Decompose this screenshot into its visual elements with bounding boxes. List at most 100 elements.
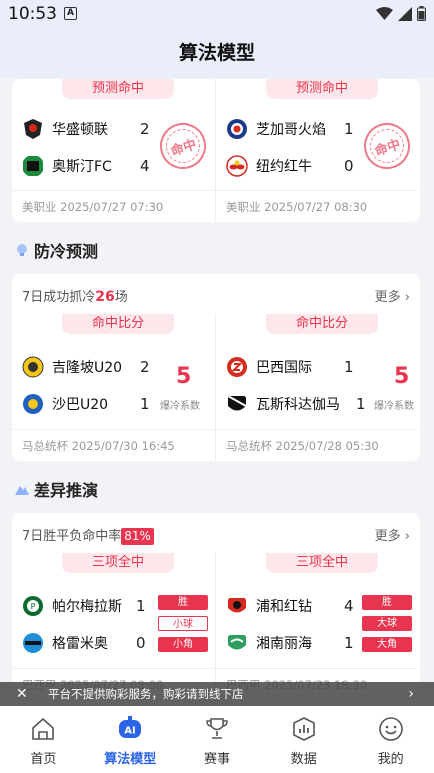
match-time: 2025/07/27 08:30 (264, 200, 368, 214)
hit-tag: 预测命中 (266, 79, 378, 99)
tab-label: 数据 (290, 752, 317, 767)
team-row: P 帕尔梅拉斯 (22, 595, 122, 617)
cold-card: 7日成功抓冷26场 更多 › 命中比分 吉隆坡U20 2 沙巴U20 1 5 爆… (12, 274, 420, 461)
tab-algorithm-model[interactable]: AI 算法模型 (87, 706, 174, 773)
result-pill: 胜 (362, 595, 412, 610)
chevron-right-icon: › (404, 290, 410, 305)
goals-pill: 小球 (158, 616, 208, 631)
close-icon[interactable]: ✕ (16, 682, 28, 706)
chevron-right-icon: › (404, 529, 410, 544)
team-row: 华盛顿联 (22, 118, 108, 140)
diff-summary: 7日胜平负命中率 81% (22, 525, 154, 545)
diff-card: 7日胜平负命中率 81% 更多 › 三项全中 P 帕尔梅拉斯 1 格雷米奥 0 胜… (12, 513, 420, 693)
score-tag: 命中比分 (62, 314, 174, 334)
signal-icon (398, 6, 412, 21)
away-team-name: 奥斯汀FC (52, 159, 112, 175)
away-score: 1 (356, 395, 366, 413)
corners-pill: 小角 (158, 637, 208, 652)
home-score: 1 (136, 597, 146, 615)
cold-index-label: 爆冷系数 (160, 401, 200, 412)
dc-united-logo-icon (24, 119, 42, 139)
league-name: 美职业 (226, 200, 261, 214)
bottom-tab-bar: 首页 AI 算法模型 赛事 数据 我的 (0, 706, 434, 773)
notice-text: 平台不提供购彩服务，购彩请到线下店 (48, 687, 244, 701)
a-icon: A (64, 7, 77, 20)
match-meta: 美职业 2025/07/27 07:30 (22, 199, 163, 215)
cold-index-label: 爆冷系数 (374, 401, 414, 412)
chevron-right-icon[interactable]: › (408, 682, 414, 706)
mountain-icon (15, 486, 29, 495)
team-row: 巴西国际 (226, 356, 312, 378)
urawa-logo-icon (228, 598, 246, 613)
tab-label: 赛事 (203, 752, 230, 767)
match-card-inter-vasco[interactable]: 命中比分 巴西国际 1 瓦斯科达伽马 1 5 爆冷系数 马总统杯 2025/07… (216, 314, 418, 461)
hit-seal-stamp: 命中 (358, 117, 416, 175)
section-title: 差异推演 (34, 481, 99, 500)
section-diff-title: 差异推演 (14, 477, 98, 501)
away-team-name: 湘南丽海 (256, 636, 312, 652)
section-cold-title: 防冷预测 (14, 238, 98, 262)
team-row: 格雷米奥 (22, 632, 108, 654)
shonan-logo-icon (228, 635, 246, 650)
home-score: 1 (344, 120, 354, 138)
team-row: 芝加哥火焰 (226, 118, 326, 140)
league-name: 马总统杯 (226, 439, 272, 453)
chicago-fire-logo-icon (227, 119, 247, 139)
match-card-palmeiras-gremio[interactable]: 三项全中 P 帕尔梅拉斯 1 格雷米奥 0 胜 小球 小角 巴西甲 2025/0… (12, 553, 214, 693)
away-score: 0 (136, 634, 146, 652)
match-meta: 马总统杯 2025/07/30 16:45 (22, 438, 175, 454)
match-time: 2025/07/27 07:30 (60, 200, 164, 214)
more-link[interactable]: 更多 › (375, 525, 410, 544)
home-score: 4 (344, 597, 354, 615)
home-team-name: 华盛顿联 (52, 122, 108, 138)
section-title: 防冷预测 (34, 242, 99, 261)
tab-matches[interactable]: 赛事 (174, 706, 261, 773)
home-team-name: 帕尔梅拉斯 (52, 599, 122, 615)
cold-summary: 7日成功抓冷26场 (22, 289, 128, 305)
smile-icon (378, 717, 403, 741)
notice-banner[interactable]: ✕ 平台不提供购彩服务，购彩请到线下店 › (0, 682, 434, 706)
cold-index-value: 5 (394, 364, 410, 389)
away-team-name: 沙巴U20 (52, 397, 109, 413)
match-card-dc-austin[interactable]: 预测命中 华盛顿联 2 奥斯汀FC 4 命中 美职业 2025/07/27 07… (12, 79, 214, 222)
tab-data[interactable]: 数据 (260, 706, 347, 773)
away-score: 1 (344, 634, 354, 652)
home-team-name: 吉隆坡U20 (52, 360, 123, 376)
kl-logo-icon (22, 356, 44, 378)
status-bar: 10:53 A (0, 0, 434, 30)
tab-label: 算法模型 (104, 752, 157, 767)
match-card-kl-sabah[interactable]: 命中比分 吉隆坡U20 2 沙巴U20 1 5 爆冷系数 马总统杯 2025/0… (12, 314, 214, 461)
tab-label: 首页 (30, 752, 57, 767)
match-card-urawa-shonan[interactable]: 三项全中 浦和红钻 4 湘南丽海 1 胜 大球 大角 巴西甲 2025/07/2… (216, 553, 418, 693)
ai-icon: AI (119, 716, 142, 738)
score-tag: 命中比分 (266, 314, 378, 334)
league-name: 马总统杯 (22, 439, 68, 453)
match-meta: 马总统杯 2025/07/28 05:30 (226, 438, 379, 454)
tab-label: 我的 (377, 752, 404, 767)
away-score: 1 (140, 395, 150, 413)
svg-text:AI: AI (124, 726, 135, 737)
home-team-name: 芝加哥火焰 (256, 122, 326, 138)
away-score: 4 (140, 157, 150, 175)
league-name: 美职业 (22, 200, 57, 214)
palmeiras-logo-icon: P (23, 596, 43, 616)
match-card-chicago-ny[interactable]: 预测命中 芝加哥火焰 1 纽约红牛 0 命中 美职业 2025/07/27 08… (216, 79, 418, 222)
status-time: 10:53 (8, 4, 57, 24)
tab-mine[interactable]: 我的 (347, 706, 434, 773)
more-link[interactable]: 更多 › (375, 286, 410, 305)
cold-count: 26 (95, 289, 115, 305)
away-team-name: 格雷米奥 (52, 636, 108, 652)
corners-pill: 大角 (362, 637, 412, 652)
hit-card: 预测命中 华盛顿联 2 奥斯汀FC 4 命中 美职业 2025/07/27 07… (12, 79, 420, 222)
ny-red-bulls-logo-icon (226, 155, 248, 177)
away-score: 0 (344, 157, 354, 175)
svg-text:P: P (31, 602, 36, 611)
team-row: 湘南丽海 (226, 632, 312, 654)
bulb-icon (17, 244, 27, 256)
vasco-logo-icon (227, 395, 247, 411)
team-row: 吉隆坡U20 (22, 356, 122, 378)
all-hit-tag: 三项全中 (266, 553, 378, 573)
gremio-logo-icon (23, 633, 43, 653)
tab-home[interactable]: 首页 (0, 706, 87, 773)
sabah-logo-icon (23, 394, 43, 414)
